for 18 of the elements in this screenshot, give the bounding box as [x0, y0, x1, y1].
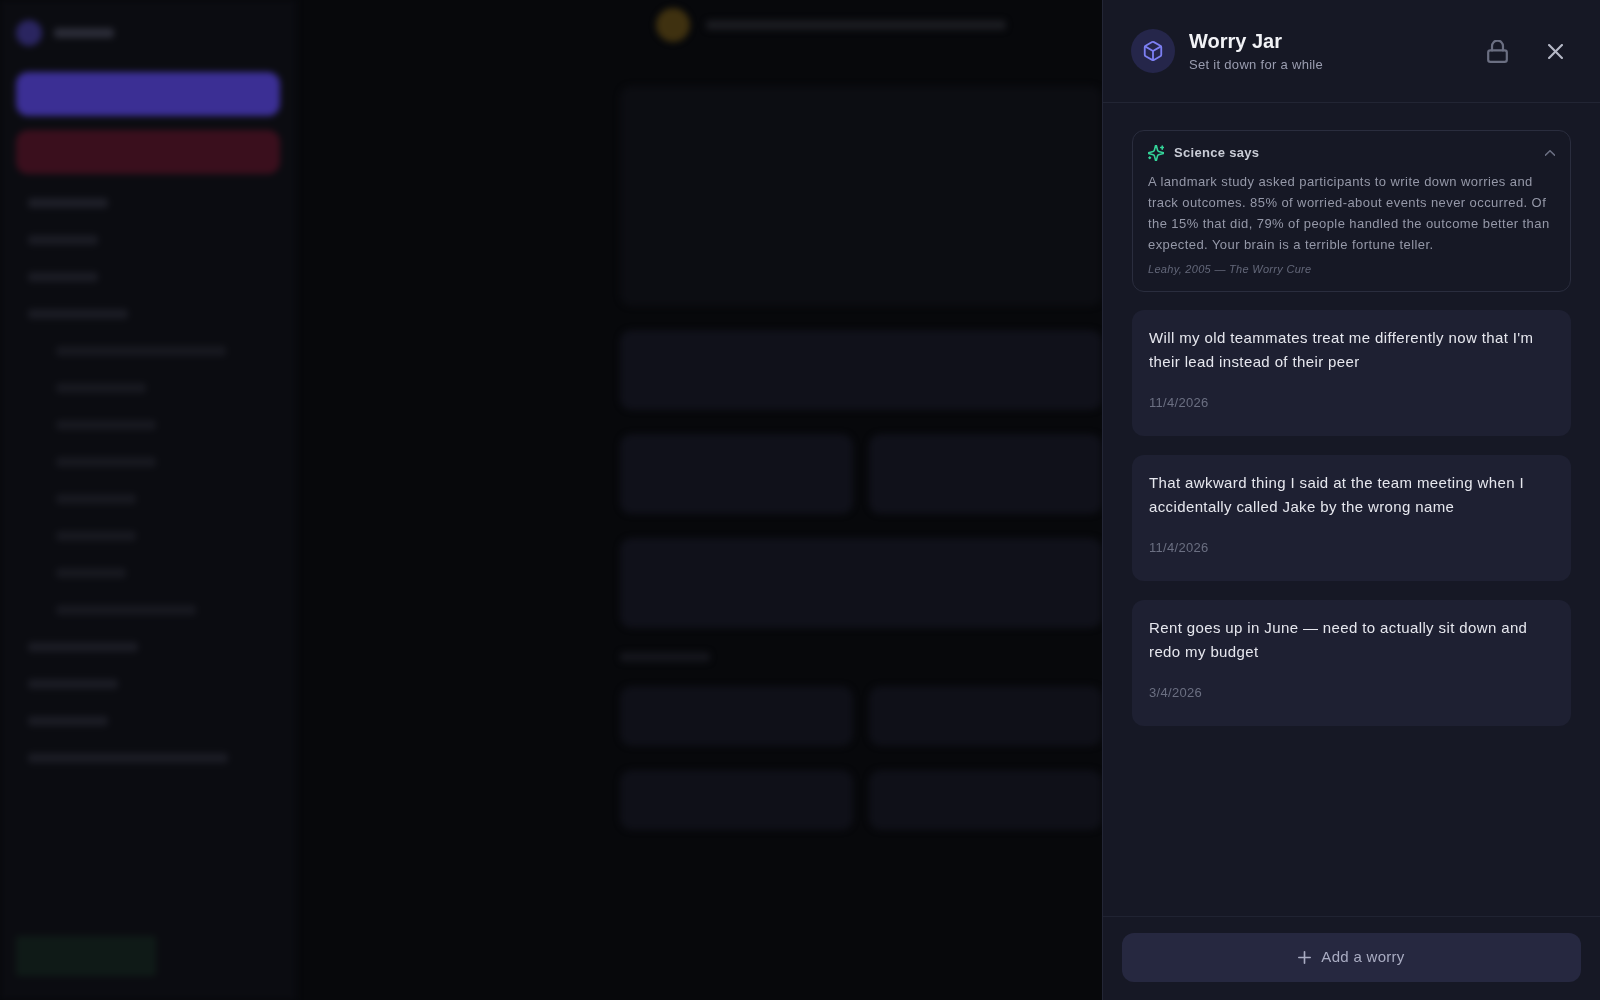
panel-title: Worry Jar — [1189, 29, 1283, 54]
worry-text: Will my old teammates treat me differently now that I'm their lead instead of their peer — [1149, 328, 1535, 372]
worry-date: 11/4/2026 — [1149, 539, 1210, 557]
worry-date: 11/4/2026 — [1149, 394, 1210, 412]
chevron-up-icon — [1545, 150, 1555, 156]
lock-icon — [1486, 39, 1508, 63]
worry-text: Rent goes up in June — need to actually sit down and redo my budget — [1149, 618, 1529, 662]
panel-subtitle: Set it down for a while — [1189, 56, 1325, 74]
worry-text: That awkward thing I said at the team meeting when I accidentally called Jake by the wrong name — [1149, 473, 1525, 517]
add-worry-button[interactable]: Add a worry — [1122, 933, 1581, 982]
citation-text: Leahy, 2005 — The Worry Cure — [1148, 262, 1313, 277]
cube-icon — [1131, 29, 1175, 73]
science-text: A landmark study asked participants to write down worries and track outcomes. 85% of worried-about events never occurred. Of the 15% that did, 79% of people handled the outcome better than expected. Your brain is a terrible fortune teller. — [1148, 173, 1551, 254]
close-icon — [1547, 43, 1563, 59]
sparkles-icon — [1148, 145, 1164, 161]
science-says-toggle[interactable]: Science says — [1148, 141, 1555, 165]
worry-date: 3/4/2026 — [1149, 684, 1203, 702]
plus-icon — [1298, 951, 1312, 964]
